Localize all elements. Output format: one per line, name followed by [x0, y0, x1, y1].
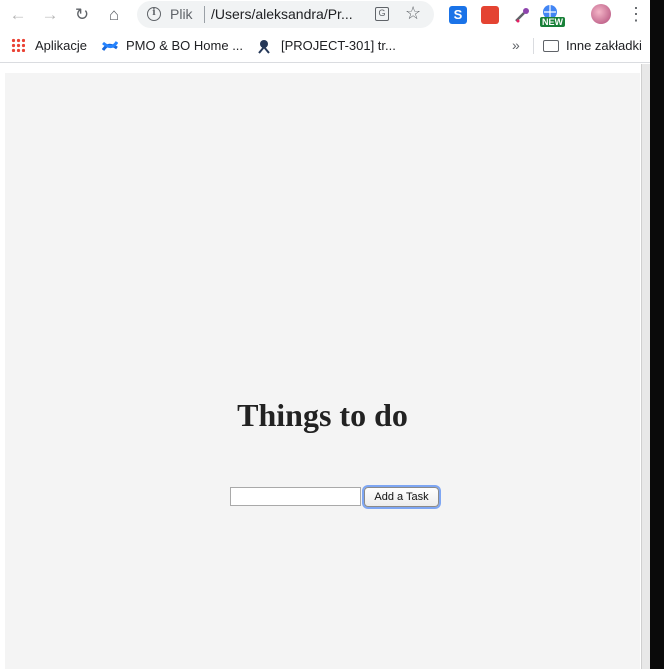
- add-task-button[interactable]: Add a Task: [364, 487, 439, 507]
- jira-icon: [256, 38, 272, 54]
- extension-s-icon[interactable]: S: [449, 6, 467, 24]
- folder-icon: [543, 40, 559, 52]
- forward-icon[interactable]: →: [38, 4, 62, 26]
- page-title: Things to do: [237, 397, 408, 433]
- url-divider: [204, 6, 205, 23]
- star-icon[interactable]: ☆: [405, 3, 421, 24]
- apps-icon[interactable]: [11, 38, 25, 52]
- reload-icon[interactable]: ↻: [70, 4, 94, 26]
- url-text[interactable]: /Users/aleksandra/Pr...: [211, 6, 363, 22]
- bookmark-apps[interactable]: Aplikacje: [35, 38, 87, 53]
- todo-app: Things to do Add a Task: [5, 73, 640, 669]
- avatar[interactable]: [591, 4, 611, 24]
- bookmark-project-301[interactable]: [PROJECT-301] tr...: [281, 38, 396, 53]
- url-scheme-label: Plik: [170, 6, 193, 22]
- bookmark-pmo[interactable]: PMO & BO Home ...: [126, 38, 243, 53]
- bookmark-other-bookmarks[interactable]: Inne zakładki: [566, 38, 642, 53]
- browser-toolbar: ← → ↻ ⌂ i Plik /Users/aleksandra/Pr... G…: [0, 0, 650, 31]
- back-icon[interactable]: ←: [6, 4, 30, 26]
- address-bar[interactable]: i Plik /Users/aleksandra/Pr... G ☆: [137, 1, 434, 28]
- menu-icon[interactable]: ⋮: [627, 4, 645, 24]
- extension-color-picker-icon[interactable]: [513, 6, 531, 24]
- bookmarks-overflow-chevron-icon[interactable]: »: [512, 37, 520, 53]
- confluence-icon: [101, 38, 119, 54]
- bookmark-divider: [533, 38, 534, 54]
- info-icon[interactable]: i: [147, 7, 161, 21]
- new-badge: NEW: [540, 17, 565, 27]
- background-terminal-window: [650, 0, 664, 669]
- home-icon[interactable]: ⌂: [102, 4, 126, 26]
- scrollbar[interactable]: [641, 64, 650, 669]
- extension-todoist-icon[interactable]: [481, 6, 499, 24]
- page-viewport: Things to do Add a Task: [0, 64, 641, 669]
- task-input[interactable]: [230, 487, 361, 506]
- translate-icon[interactable]: G: [375, 7, 389, 21]
